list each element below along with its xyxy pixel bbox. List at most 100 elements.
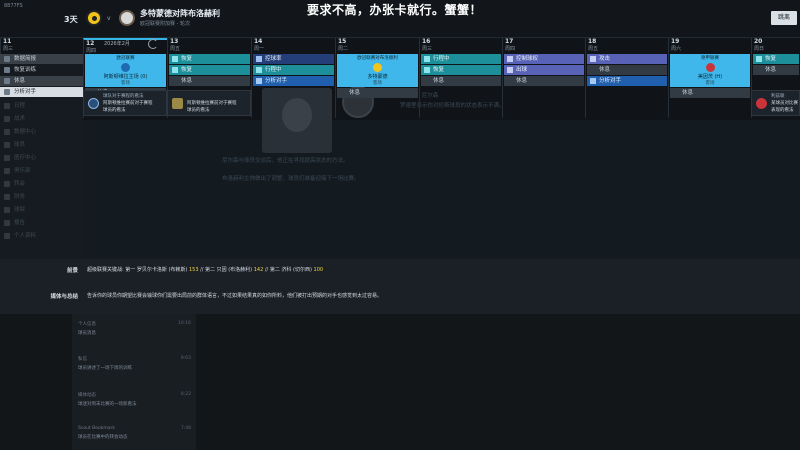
feed-item[interactable]: Scout Bookmark 球员在比赛中的转会动态 7:48	[78, 426, 193, 440]
day-header-14[interactable]: 14 周一	[251, 38, 335, 54]
feed-item-time: 7:48	[180, 426, 191, 431]
day-header-15[interactable]: 15 周二	[335, 38, 419, 54]
travel-icon	[256, 67, 262, 73]
schedule-cell[interactable]: 恢复	[169, 65, 250, 75]
news-line-2: 尼尔森与球员交谈后，他正在寻找提高状态的方法。	[222, 158, 349, 164]
schedule-cell[interactable]: 控制球权	[504, 54, 584, 64]
schedule-cell[interactable]: 控球率	[253, 54, 334, 64]
schedule-cell[interactable]: 行程中	[421, 54, 501, 64]
schedule-cell[interactable]: 行程中	[253, 65, 334, 75]
sidebar-item-profile[interactable]: 个人资料	[0, 231, 83, 241]
day-header-13[interactable]: 13 周五	[167, 38, 251, 54]
day-column-17: 控制球权 出球 休息	[502, 54, 585, 118]
info-card[interactable]: 利兹联 某球员对比赛 表现的看法	[751, 90, 800, 116]
day-weekday: 周三	[422, 46, 433, 52]
feed-item[interactable]: 私信 球员讲述了一场下周的训练 9:03	[78, 356, 193, 371]
refresh-icon[interactable]	[148, 39, 158, 49]
day-number: 14	[254, 38, 263, 45]
day-weekday: 周五	[588, 46, 599, 52]
day-number: 13	[170, 38, 179, 45]
schedule-cell[interactable]: 分析对手	[587, 76, 667, 86]
sidebar-item-players[interactable]: 球员	[0, 140, 83, 150]
match-venue: 客场	[373, 81, 382, 86]
cell-label: 控球率	[265, 56, 282, 62]
sidebar-item-scouting[interactable]: 球探	[0, 205, 83, 215]
cell-label: 恢复	[433, 67, 445, 73]
match-venue: 客场	[705, 81, 715, 86]
day-number: 17	[505, 38, 514, 45]
day-header-17[interactable]: 17 周四	[502, 38, 585, 54]
info-card-title: 利兹联	[771, 94, 785, 99]
overlay-headline: 要求不高，办张卡就行。蟹蟹！	[307, 3, 483, 17]
cell-label: 分析对手	[265, 78, 288, 84]
prospects-part: // 第二 济科 (切尔西)	[264, 267, 312, 273]
sidebar-item-data[interactable]: 数据中心	[0, 127, 83, 137]
home-team-crest-icon[interactable]	[86, 10, 102, 26]
sidebar-item-label: 球员	[14, 142, 26, 148]
sidebar-item-transfers[interactable]: 转会	[0, 179, 83, 189]
cell-label: 行程中	[433, 56, 450, 62]
sidebar-item-label: 俱乐部	[14, 168, 31, 174]
day-header-11[interactable]: 11 周三	[0, 38, 83, 54]
schedule-cell[interactable]: 攻击	[587, 54, 667, 64]
skip-button[interactable]: 跳离	[771, 11, 797, 25]
sidebar-item-medical[interactable]: 医疗中心	[0, 153, 83, 163]
possession-icon	[507, 56, 513, 62]
match-opponent: 美因茨 (H)	[697, 74, 723, 80]
schedule-cell[interactable]: 休息	[504, 76, 584, 86]
schedule-cell[interactable]: 分析对手	[253, 76, 334, 86]
day-weekday: 周三	[3, 46, 14, 52]
day-number: 15	[338, 38, 347, 45]
match-card[interactable]: 欧冠联赛 阿斯顿维拉主场 (0) 客场	[85, 54, 166, 87]
schedule-cell[interactable]: 恢复	[753, 54, 799, 64]
info-card-line: 球员的看法	[103, 108, 126, 113]
sidebar-item-label: 数据中心	[14, 129, 37, 135]
prospects-value: 153	[188, 267, 199, 273]
schedule-cell[interactable]: 休息	[587, 65, 667, 75]
profile-icon	[4, 233, 10, 239]
recovery-icon	[756, 56, 762, 62]
feed-item-body: 球员在比赛中的转会动态	[78, 435, 128, 440]
day-weekday: 周四	[86, 48, 97, 54]
day-number: 16	[422, 38, 431, 45]
day-header-16[interactable]: 16 周三	[419, 38, 502, 54]
day-weekday: 周一	[254, 46, 265, 52]
day-number: 20	[754, 38, 763, 45]
match-card[interactable]: 德甲联赛 美因茨 (H) 客场	[670, 54, 750, 87]
schedule-cell[interactable]: 恢复	[169, 54, 250, 64]
info-card-line: 阿斯顿维拉赛前对于赛程	[103, 101, 153, 106]
medical-icon	[4, 155, 10, 161]
schedule-cell[interactable]: 休息	[421, 76, 501, 86]
day-header-20[interactable]: 20 周日	[751, 38, 800, 54]
schedule-cell[interactable]: 休息	[670, 88, 750, 98]
analysis-icon	[590, 78, 596, 84]
info-card[interactable]: 阿斯顿维拉赛前对于赛程 球员的看法	[167, 90, 251, 116]
cell-label: 行程中	[265, 67, 282, 73]
cell-label: 恢复	[765, 56, 777, 62]
transfer-icon	[4, 181, 10, 187]
match-opponent: 阿斯顿维拉主场 (0)	[103, 74, 148, 80]
schedule-cell[interactable]: 休息	[337, 88, 418, 98]
match-card[interactable]: 欧冠联赛对布洛赫利 多特蒙德 客场	[337, 54, 418, 87]
info-card[interactable]: 球队对于赛程的看法 阿斯顿维拉赛前对于赛程 球员的看法	[83, 90, 167, 116]
feed-item[interactable]: 媒体动态 球迷对周末比赛的一场新看法 8:22	[78, 392, 193, 407]
players-icon	[4, 142, 10, 148]
day-number: 12	[86, 40, 95, 47]
sidebar-item-club[interactable]: 俱乐部	[0, 166, 83, 176]
schedule-cell[interactable]: 休息	[753, 65, 799, 75]
sidebar-item-reports[interactable]: 报告	[0, 218, 83, 228]
next-match-title[interactable]: 多特蒙德对阵布洛赫利	[140, 8, 220, 19]
feed-item[interactable]: 个人信息 球员消息 10:16	[78, 321, 193, 336]
media-summary-label: 媒体与总结	[50, 294, 78, 300]
prospects-value: 142	[253, 267, 264, 273]
away-team-crest-icon[interactable]	[119, 10, 135, 26]
day-header-18[interactable]: 18 周五	[585, 38, 668, 54]
schedule-cell[interactable]: 恢复	[421, 65, 501, 75]
day-header-19[interactable]: 19 周六	[668, 38, 751, 54]
day-column-18: 攻击 休息 分析对手	[585, 54, 668, 118]
sidebar-item-finance[interactable]: 财务	[0, 192, 83, 202]
info-card-line: 表现的看法	[771, 108, 794, 113]
corner-tag: 8877FS	[4, 3, 23, 9]
schedule-cell[interactable]: 出球	[504, 65, 584, 75]
schedule-cell[interactable]: 休息	[169, 76, 250, 86]
